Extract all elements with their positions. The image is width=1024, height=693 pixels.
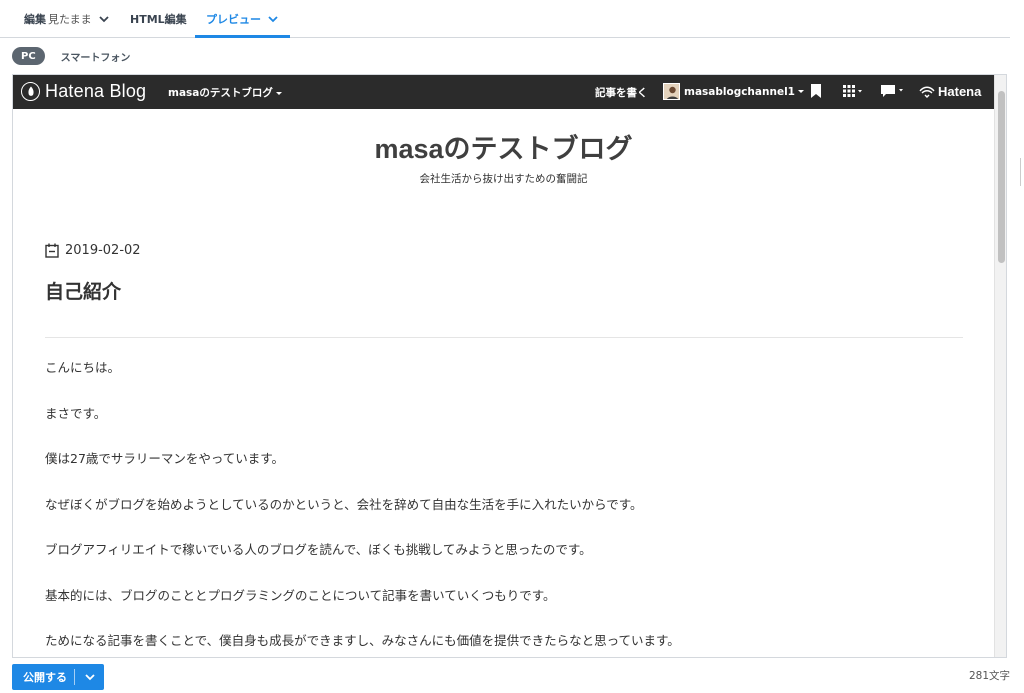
tab-html-label: HTML編集	[130, 13, 187, 26]
chevron-down-icon	[84, 674, 95, 681]
publish-button[interactable]: 公開する	[12, 669, 74, 685]
entry-divider	[45, 337, 963, 338]
tab-preview-label: プレビュー	[206, 13, 261, 26]
bookmark-icon[interactable]	[810, 84, 822, 98]
blog-description: 会社生活から抜け出すための奮闘記	[419, 173, 588, 185]
tab-edit-label: 編集	[24, 13, 46, 26]
publish-options-button[interactable]	[75, 671, 104, 683]
chevron-down-icon	[99, 16, 109, 23]
entry-paragraph: 僕は27歳でサラリーマンをやっています。	[45, 451, 285, 466]
hatena-blog-logo[interactable]: Hatena Blog	[21, 81, 146, 102]
entry-paragraph: なぜぼくがブログを始めようとしているのかというと、会社を辞めて自由な生活を手に入…	[45, 496, 643, 512]
device-toggle: PC スマートフォン	[12, 47, 130, 65]
publish-button-group: 公開する	[12, 664, 104, 690]
chevron-down-icon	[268, 16, 278, 23]
hatena-global-header: Hatena Blog masaのテストブログ 記事を書く masablogch…	[13, 75, 994, 109]
calendar-icon	[45, 243, 59, 258]
hatena-brand-text: Hatena	[938, 84, 982, 99]
logo-text: Hatena Blog	[45, 81, 147, 101]
entry-paragraph: こんにちは。	[45, 360, 121, 375]
tab-preview[interactable]: プレビュー	[195, 0, 290, 38]
entry-body: こんにちは。 まさです。 僕は27歳でサラリーマンをやっています。 なぜぼくがブ…	[45, 359, 965, 657]
entry-title[interactable]: 自己紹介	[45, 277, 121, 304]
preview-frame: Hatena Blog masaのテストブログ 記事を書く masablogch…	[12, 74, 1007, 658]
write-entry-link[interactable]: 記事を書く	[595, 85, 648, 100]
apps-grid-icon[interactable]	[843, 84, 863, 98]
pc-toggle-button[interactable]: PC	[12, 47, 45, 65]
entry-date-text: 2019-02-02	[65, 243, 141, 258]
tab-html-edit[interactable]: HTML編集	[130, 0, 187, 38]
hatena-brand-link[interactable]: Hatena	[919, 84, 981, 99]
entry-paragraph: まさです。	[45, 405, 107, 421]
character-count: 281文字	[968, 670, 1010, 682]
caret-down-icon	[275, 91, 282, 95]
entry-paragraph: 基本的には、ブログのこととプログラミングのことについて記事を書いていくつもりです…	[45, 587, 556, 603]
avatar	[663, 83, 680, 100]
user-menu[interactable]: masablogchannel1	[663, 83, 804, 100]
entry-paragraph: ためになる記事を書くことで、僕自身も成長ができますし、みなさんにも価値を提供でき…	[45, 633, 680, 648]
caret-down-icon	[797, 90, 804, 93]
entry-date[interactable]: 2019-02-02	[45, 243, 141, 258]
smartphone-toggle-button[interactable]: スマートフォン	[61, 49, 131, 64]
editor-footer: 公開する 281文字	[0, 662, 1024, 693]
blog-title[interactable]: masaのテストブログ	[13, 127, 994, 166]
hatena-brand-icon	[919, 86, 935, 98]
editor-mode-tabs: 編集 見たまま HTML編集 プレビュー	[0, 0, 1010, 38]
notification-comment-icon[interactable]	[881, 84, 905, 98]
username: masablogchannel1	[684, 85, 795, 98]
tab-edit-mode: 見たまま	[48, 13, 92, 26]
tab-edit[interactable]: 編集 見たまま	[24, 0, 110, 38]
window-edge-divider	[1020, 158, 1024, 186]
hatena-blog-logo-icon	[21, 82, 40, 101]
blog-select-menu[interactable]: masaのテストブログ	[168, 85, 282, 100]
preview-scrollbar[interactable]	[994, 75, 1006, 657]
entry-paragraph: ブログアフィリエイトで稼いでいる人のブログを読んで、ぼくも挑戦してみようと思った…	[45, 542, 592, 557]
scrollbar-thumb[interactable]	[998, 91, 1005, 263]
blog-select-label: masaのテストブログ	[168, 87, 273, 99]
